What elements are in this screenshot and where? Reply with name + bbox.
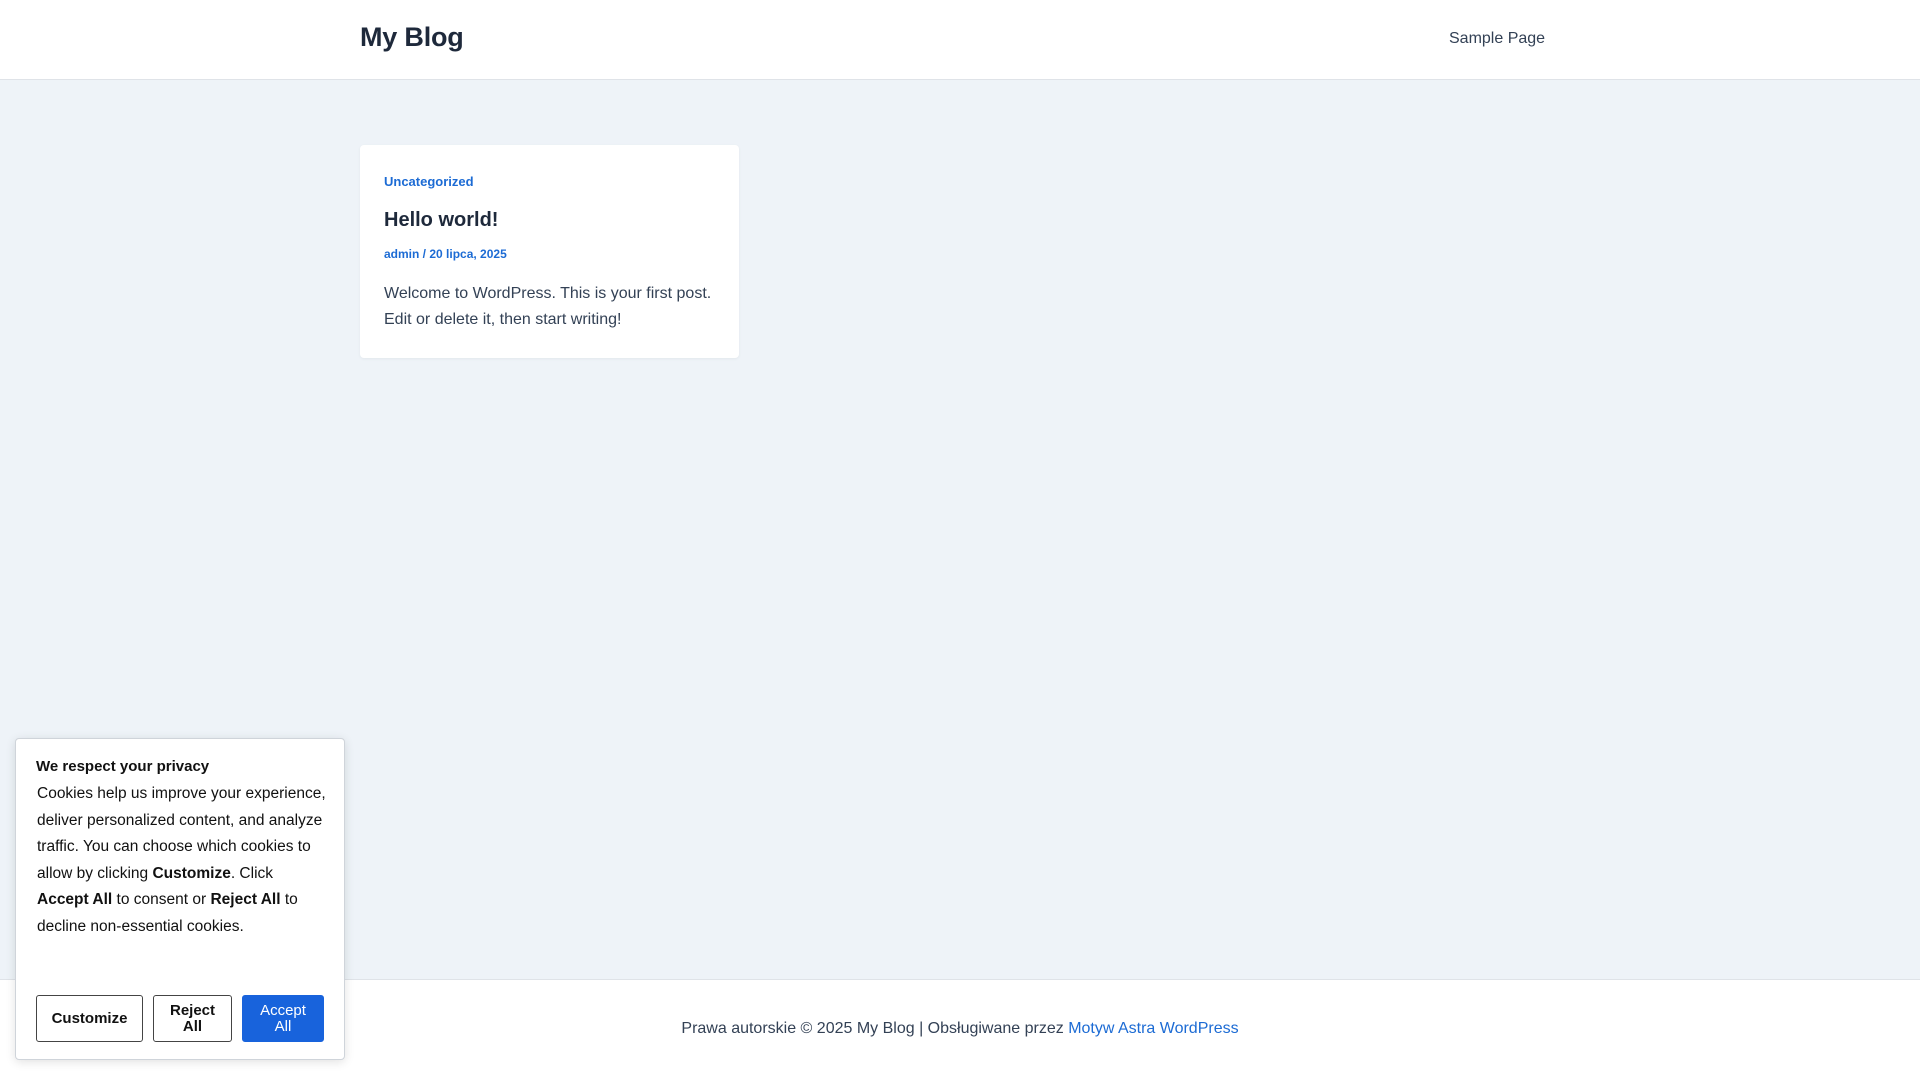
site-header: My Blog Sample Page — [0, 0, 1920, 80]
post-date: 20 lipca, 2025 — [429, 247, 507, 261]
site-title[interactable]: My Blog — [360, 22, 464, 53]
cookie-banner-description: Cookies help us improve your experience,… — [37, 781, 327, 940]
footer-copyright-text: Prawa autorskie © 2025 My Blog | Obsługi… — [681, 1020, 1069, 1037]
cookie-desc-bold-customize: Customize — [152, 864, 231, 882]
post-meta-separator: / — [419, 247, 430, 261]
accept-all-button[interactable]: Accept All — [242, 995, 324, 1042]
cookie-consent-banner: We respect your privacy Cookies help us … — [15, 738, 345, 1060]
customize-button[interactable]: Customize — [36, 995, 143, 1042]
cookie-desc-text-3: to consent or — [112, 891, 211, 908]
post-excerpt: Welcome to WordPress. This is your first… — [384, 285, 712, 328]
post-title-link[interactable]: Hello world! — [384, 209, 498, 232]
post-author-link[interactable]: admin — [384, 247, 419, 261]
post-meta: admin / 20 lipca, 2025 — [384, 247, 507, 261]
footer-theme-link[interactable]: Motyw Astra WordPress — [1068, 1020, 1238, 1037]
reject-all-button[interactable]: Reject All — [153, 995, 232, 1042]
cookie-desc-text-2: . Click — [230, 864, 274, 882]
post-card: Uncategorized Hello world! admin / 20 li… — [360, 145, 739, 358]
post-category-link[interactable]: Uncategorized — [384, 174, 474, 189]
nav-link-sample-page[interactable]: Sample Page — [1449, 30, 1545, 48]
cookie-desc-bold-accept: Accept All — [37, 891, 113, 908]
cookie-banner-title: We respect your privacy — [36, 758, 210, 775]
cookie-desc-bold-reject: Reject All — [210, 891, 281, 908]
